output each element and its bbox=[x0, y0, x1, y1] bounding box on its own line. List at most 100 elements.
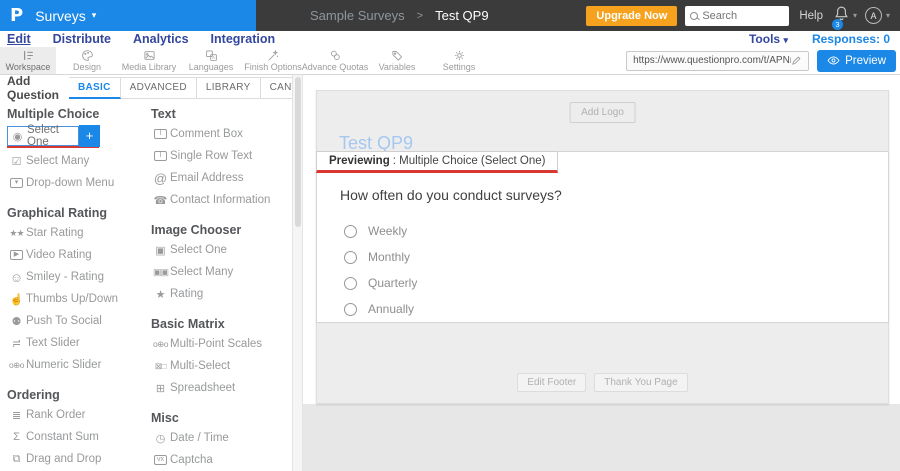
search-input[interactable] bbox=[702, 10, 782, 22]
add-question-panel: Add Question BASIC ADVANCED LIBRARY CANV… bbox=[0, 75, 292, 471]
builder-scrollbar[interactable] bbox=[292, 75, 303, 471]
toolbar-finish-options[interactable]: Finish Options bbox=[242, 47, 304, 74]
question-type-label: Contact Information bbox=[170, 194, 270, 206]
question-type-image-select-many[interactable]: ▣▣ Select Many bbox=[151, 261, 292, 283]
multi-select-icon: ⊠□ bbox=[151, 361, 170, 372]
survey-url-input[interactable] bbox=[633, 55, 791, 66]
nav-tab-analytics[interactable]: Analytics bbox=[133, 32, 189, 46]
toolbar-design[interactable]: Design bbox=[56, 47, 118, 74]
chevron-down-icon[interactable]: ▾ bbox=[886, 11, 890, 20]
pencil-icon[interactable] bbox=[791, 55, 802, 66]
question-type-star-rating[interactable]: ★★ Star Rating bbox=[7, 222, 147, 244]
share-icon: ⚉ bbox=[7, 315, 26, 328]
question-type-email-address[interactable]: @ Email Address bbox=[151, 167, 292, 189]
nav-tab-integration[interactable]: Integration bbox=[211, 32, 276, 46]
question-type-date-time[interactable]: ◷ Date / Time bbox=[151, 427, 292, 449]
radio-icon[interactable] bbox=[344, 251, 357, 264]
tab-library[interactable]: LIBRARY bbox=[197, 77, 261, 99]
edit-footer-button[interactable]: Edit Footer bbox=[517, 373, 586, 392]
answer-option-quarterly[interactable]: Quarterly bbox=[344, 270, 888, 296]
question-type-text-slider[interactable]: ≓ Text Slider bbox=[7, 332, 147, 354]
question-type-label: Multi-Select bbox=[170, 360, 230, 372]
add-question-header: Add Question BASIC ADVANCED LIBRARY CANV… bbox=[0, 75, 292, 100]
tab-advanced[interactable]: ADVANCED bbox=[121, 77, 197, 99]
question-type-rank-order[interactable]: ≣ Rank Order bbox=[7, 404, 147, 426]
at-sign-icon: @ bbox=[151, 171, 170, 186]
question-type-captcha[interactable]: vx Captcha bbox=[151, 449, 292, 471]
toolbar-settings[interactable]: Settings bbox=[428, 47, 490, 74]
survey-url-field[interactable] bbox=[626, 51, 809, 71]
thank-you-page-button[interactable]: Thank You Page bbox=[594, 373, 687, 392]
question-type-comment-box[interactable]: I Comment Box bbox=[151, 123, 292, 145]
question-type-spreadsheet[interactable]: ⊞ Spreadsheet bbox=[151, 377, 292, 399]
product-switcher[interactable]: P Surveys ▾ bbox=[0, 0, 256, 31]
question-type-label: Numeric Slider bbox=[26, 359, 101, 371]
question-type-numeric-slider[interactable]: o⊕o Numeric Slider bbox=[7, 354, 147, 376]
help-link[interactable]: Help bbox=[799, 10, 823, 22]
answer-option-weekly[interactable]: Weekly bbox=[344, 218, 888, 244]
question-type-dropdown-menu[interactable]: ▾ Drop-down Menu bbox=[7, 172, 147, 194]
question-type-drag-and-drop[interactable]: ⧉ Drag and Drop bbox=[7, 448, 147, 470]
question-type-video-rating[interactable]: ▶ Video Rating bbox=[7, 244, 147, 266]
radio-icon[interactable] bbox=[344, 303, 357, 316]
question-type-multi-select[interactable]: ⊠□ Multi-Select bbox=[151, 355, 292, 377]
question-type-thumbs-up-down[interactable]: ☝ Thumbs Up/Down bbox=[7, 288, 147, 310]
toolbar-workspace[interactable]: Workspace bbox=[0, 47, 56, 74]
spreadsheet-icon: ⊞ bbox=[151, 382, 170, 395]
question-type-push-to-social[interactable]: ⚉ Push To Social bbox=[7, 310, 147, 332]
question-type-constant-sum[interactable]: Σ Constant Sum bbox=[7, 426, 147, 448]
question-type-label: Text Slider bbox=[26, 337, 80, 349]
question-type-select-many[interactable]: ☑ Select Many bbox=[7, 150, 147, 172]
image-select-many-icon: ▣▣ bbox=[151, 267, 170, 278]
product-menu-label: Surveys bbox=[35, 8, 86, 24]
toolbar-variables[interactable]: Variables bbox=[366, 47, 428, 74]
preview-button[interactable]: Preview bbox=[817, 50, 896, 72]
notifications-button[interactable]: 3 bbox=[833, 5, 850, 27]
avatar[interactable]: A bbox=[865, 7, 882, 24]
question-type-label: Video Rating bbox=[26, 249, 92, 261]
answer-option-annually[interactable]: Annually bbox=[344, 296, 888, 322]
breadcrumb-separator-icon: > bbox=[417, 10, 423, 22]
eye-icon bbox=[827, 54, 840, 67]
tools-menu[interactable]: Tools ▾ bbox=[749, 32, 788, 46]
question-type-single-row-text[interactable]: I Single Row Text bbox=[151, 145, 292, 167]
question-type-contact-information[interactable]: ☎ Contact Information bbox=[151, 189, 292, 211]
tag-icon bbox=[391, 49, 404, 62]
toolbar-media-library[interactable]: Media Library bbox=[118, 47, 180, 74]
breadcrumb-parent[interactable]: Sample Surveys bbox=[310, 8, 405, 23]
search-box[interactable] bbox=[685, 6, 789, 26]
question-type-label: Captcha bbox=[170, 454, 213, 466]
toolbar-label: Variables bbox=[379, 62, 416, 72]
toolbar-languages[interactable]: A Languages bbox=[180, 47, 242, 74]
toolbar-label: Workspace bbox=[6, 62, 51, 72]
nav-tab-edit[interactable]: Edit bbox=[7, 32, 31, 46]
thumbs-icon: ☝ bbox=[7, 293, 26, 306]
radio-icon[interactable] bbox=[344, 277, 357, 290]
search-icon bbox=[690, 12, 698, 20]
add-select-one-button[interactable]: + bbox=[79, 125, 100, 147]
answer-option-monthly[interactable]: Monthly bbox=[344, 244, 888, 270]
chevron-down-icon[interactable]: ▾ bbox=[853, 11, 857, 20]
question-type-multi-point-scales[interactable]: o⊕o Multi-Point Scales bbox=[151, 333, 292, 355]
scrollbar-thumb[interactable] bbox=[295, 77, 301, 227]
nav-tab-distribute[interactable]: Distribute bbox=[53, 32, 111, 46]
upgrade-now-button[interactable]: Upgrade Now bbox=[586, 6, 677, 26]
answer-options: Weekly Monthly Quarterly Annually bbox=[344, 218, 888, 322]
panel-title: Add Question bbox=[7, 74, 59, 102]
contact-icon: ☎ bbox=[151, 194, 170, 207]
add-logo-button[interactable]: Add Logo bbox=[569, 102, 636, 123]
image-rating-icon: ★ bbox=[151, 288, 170, 301]
question-type-image-select-one[interactable]: ▣ Select One bbox=[151, 239, 292, 261]
quota-icon bbox=[329, 49, 342, 62]
question-type-image-rating[interactable]: ★ Rating bbox=[151, 283, 292, 305]
toolbar-advance-quotas[interactable]: Advance Quotas bbox=[304, 47, 366, 74]
survey-preview-panel: Add Logo Test QP9 Previewing : Multiple … bbox=[316, 90, 889, 404]
question-type-select-one[interactable]: ◉ Select One bbox=[7, 126, 79, 146]
star-rating-icon: ★★ bbox=[7, 228, 26, 239]
question-type-smiley-rating[interactable]: ☺ Smiley - Rating bbox=[7, 266, 147, 288]
question-type-label: Thumbs Up/Down bbox=[26, 293, 118, 305]
smiley-icon: ☺ bbox=[7, 270, 26, 285]
radio-icon[interactable] bbox=[344, 225, 357, 238]
responses-count[interactable]: Responses: 0 bbox=[812, 32, 890, 46]
tab-basic[interactable]: BASIC bbox=[69, 77, 121, 99]
